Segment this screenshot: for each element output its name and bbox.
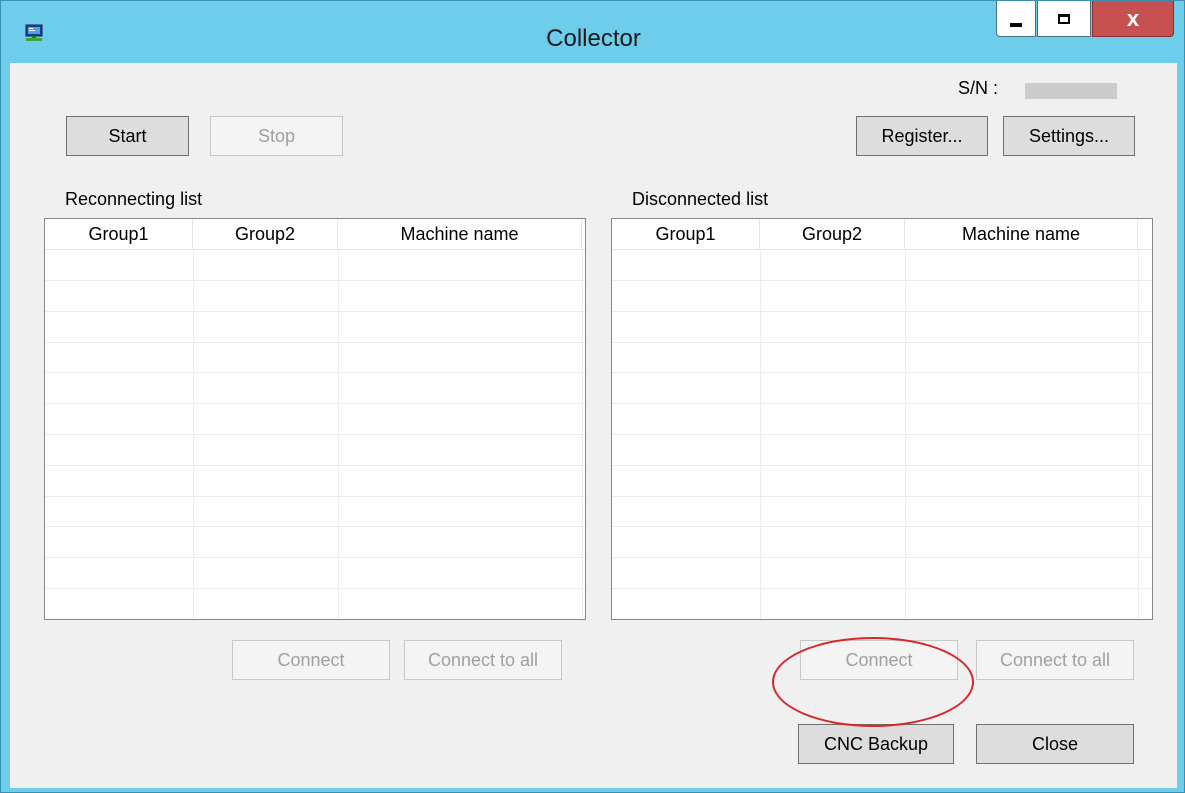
reconnecting-list-grid bbox=[45, 250, 585, 619]
column-header-group2[interactable]: Group2 bbox=[193, 219, 338, 249]
grid-row-line bbox=[45, 311, 585, 312]
grid-row-line bbox=[45, 342, 585, 343]
maximize-icon bbox=[1058, 13, 1070, 24]
close-icon: x bbox=[1126, 5, 1140, 31]
grid-row-line bbox=[45, 372, 585, 373]
grid-row-line bbox=[612, 588, 1152, 589]
cnc-backup-button[interactable]: CNC Backup bbox=[798, 724, 954, 764]
grid-row-line bbox=[45, 403, 585, 404]
grid-row-line bbox=[612, 311, 1152, 312]
disconnected-list-grid bbox=[612, 250, 1152, 619]
grid-row-line bbox=[612, 342, 1152, 343]
grid-row-line bbox=[612, 280, 1152, 281]
grid-row-line bbox=[45, 588, 585, 589]
reconnecting-connect-button[interactable]: Connect bbox=[232, 640, 390, 680]
disconnected-connect-to-all-button[interactable]: Connect to all bbox=[976, 640, 1134, 680]
column-header-group1[interactable]: Group1 bbox=[45, 219, 193, 249]
reconnecting-list[interactable]: Group1 Group2 Machine name bbox=[44, 218, 586, 620]
grid-column-line bbox=[193, 250, 194, 619]
grid-row-line bbox=[612, 465, 1152, 466]
disconnected-list-header: Group1 Group2 Machine name bbox=[612, 219, 1152, 250]
grid-column-line bbox=[760, 250, 761, 619]
grid-row-line bbox=[612, 619, 1152, 620]
reconnecting-list-header: Group1 Group2 Machine name bbox=[45, 219, 585, 250]
grid-row-line bbox=[612, 372, 1152, 373]
grid-row-line bbox=[612, 434, 1152, 435]
serial-label: S/N : bbox=[958, 78, 999, 98]
reconnecting-connect-to-all-button[interactable]: Connect to all bbox=[404, 640, 562, 680]
column-header-machine-name[interactable]: Machine name bbox=[905, 219, 1138, 249]
grid-row-line bbox=[612, 403, 1152, 404]
settings-button[interactable]: Settings... bbox=[1003, 116, 1135, 156]
grid-column-line bbox=[582, 250, 583, 619]
minimize-icon bbox=[1010, 22, 1022, 27]
grid-row-line bbox=[45, 557, 585, 558]
column-header-machine-name[interactable]: Machine name bbox=[338, 219, 582, 249]
minimize-button[interactable] bbox=[996, 1, 1036, 37]
grid-column-line bbox=[338, 250, 339, 619]
client-area: S/N : Start Stop Register... Settings...… bbox=[10, 63, 1177, 788]
disconnected-list[interactable]: Group1 Group2 Machine name bbox=[611, 218, 1153, 620]
grid-row-line bbox=[612, 496, 1152, 497]
serial-value-redacted bbox=[1025, 83, 1117, 99]
start-button[interactable]: Start bbox=[66, 116, 189, 156]
column-header-group1[interactable]: Group1 bbox=[612, 219, 760, 249]
grid-row-line bbox=[45, 526, 585, 527]
grid-row-line bbox=[45, 465, 585, 466]
disconnected-connect-button[interactable]: Connect bbox=[800, 640, 958, 680]
reconnecting-list-title: Reconnecting list bbox=[65, 189, 203, 209]
collector-window: Collector x S/N : Start Stop Register...… bbox=[0, 0, 1185, 793]
grid-column-line bbox=[905, 250, 906, 619]
column-header-group2[interactable]: Group2 bbox=[760, 219, 905, 249]
stop-button[interactable]: Stop bbox=[210, 116, 343, 156]
grid-row-line bbox=[45, 280, 585, 281]
grid-row-line bbox=[45, 434, 585, 435]
grid-row-line bbox=[45, 496, 585, 497]
register-button[interactable]: Register... bbox=[856, 116, 988, 156]
maximize-button[interactable] bbox=[1037, 1, 1091, 37]
grid-row-line bbox=[612, 557, 1152, 558]
grid-row-line bbox=[45, 619, 585, 620]
close-window-button[interactable]: x bbox=[1092, 1, 1174, 37]
disconnected-list-title: Disconnected list bbox=[632, 189, 769, 209]
grid-column-line bbox=[1138, 250, 1139, 619]
close-button[interactable]: Close bbox=[976, 724, 1134, 764]
grid-row-line bbox=[612, 526, 1152, 527]
